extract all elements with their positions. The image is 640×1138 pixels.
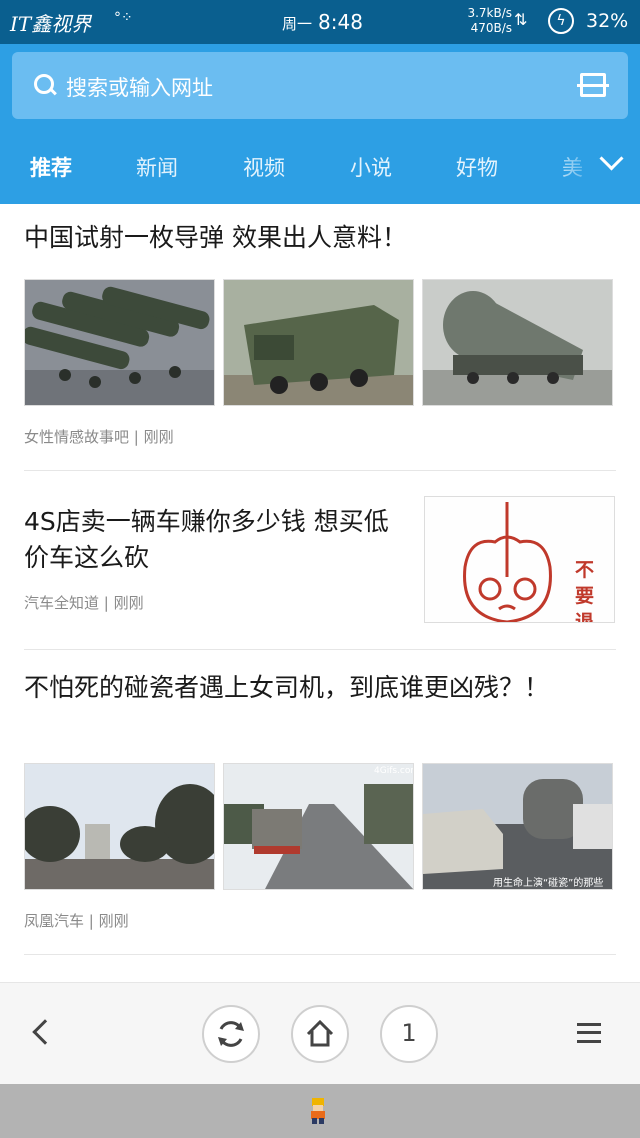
- refresh-icon: [218, 1021, 244, 1047]
- menu-icon[interactable]: [577, 1023, 601, 1043]
- divider: [24, 470, 616, 471]
- news-source: 女性情感故事吧: [24, 428, 130, 446]
- tab-goods[interactable]: 好物: [456, 152, 498, 182]
- status-bar: IT鑫视界 °⁘ 周一 8:48 3.7kB/s 470B/s ⇅ ϟ 32%: [0, 0, 640, 44]
- news-image-missile-trucks[interactable]: [24, 279, 215, 406]
- tab-recommend[interactable]: 推荐: [30, 152, 72, 182]
- image-watermark: 4Gifs.com: [374, 766, 413, 776]
- meta-separator: |: [84, 912, 99, 930]
- tabs-fade: [550, 142, 600, 190]
- news-title[interactable]: 不怕死的碰瓷者遇上女司机，到底谁更凶残？！: [24, 670, 564, 706]
- status-weekday: 周一: [282, 15, 313, 33]
- search-icon: [34, 74, 54, 94]
- news-source: 凤凰汽车: [24, 912, 85, 930]
- system-nav-bar: [0, 1084, 640, 1138]
- tab-news[interactable]: 新闻: [136, 152, 178, 182]
- battery-charging-icon: ϟ: [548, 8, 574, 34]
- news-item[interactable]: 不怕死的碰瓷者遇上女司机，到底谁更凶残？！: [24, 670, 564, 706]
- image-text: 不要退: [575, 559, 595, 623]
- news-image-street[interactable]: [24, 763, 215, 890]
- browser-header: 搜索或输入网址 推荐 新闻 视频 小说 好物 美: [0, 44, 640, 204]
- browser-toolbar: 1: [0, 982, 640, 1084]
- news-image-truck-road[interactable]: 4Gifs.com: [223, 763, 414, 890]
- news-title[interactable]: 4S店卖一辆车赚你多少钱 想买低价车这么砍: [24, 504, 394, 576]
- home-button[interactable]: [291, 1005, 349, 1063]
- tab-count: 1: [401, 1019, 417, 1047]
- tabs-button[interactable]: 1: [380, 1005, 438, 1063]
- news-meta: 凤凰汽车 | 刚刚: [24, 910, 616, 931]
- network-speed: 3.7kB/s 470B/s: [464, 6, 512, 36]
- status-time: 8:48: [318, 10, 363, 34]
- divider: [24, 649, 616, 650]
- refresh-button[interactable]: [202, 1005, 260, 1063]
- news-image-missile-transporter[interactable]: [422, 279, 613, 406]
- news-image-car-tanker[interactable]: 用生命上演“碰瓷”的那些: [422, 763, 613, 890]
- chevron-down-icon[interactable]: [596, 146, 628, 178]
- tab-novel[interactable]: 小说: [350, 152, 392, 182]
- news-meta: 女性情感故事吧 | 刚刚: [24, 426, 616, 447]
- news-feed[interactable]: 中国试射一枚导弹 效果出人意料！ 女性情感故事吧 | 刚刚 4S店卖一辆车赚你多…: [0, 204, 640, 982]
- news-time: 刚刚: [98, 912, 129, 930]
- notification-dots-icon: °⁘: [114, 10, 133, 26]
- image-caption: 用生命上演“碰瓷”的那些: [493, 878, 604, 889]
- news-image-cartoon[interactable]: 不要退: [424, 496, 615, 623]
- mascot-icon[interactable]: [307, 1098, 329, 1124]
- news-image-launcher-truck[interactable]: [223, 279, 414, 406]
- scan-icon[interactable]: [577, 73, 609, 97]
- divider: [24, 954, 616, 955]
- tab-video[interactable]: 视频: [243, 152, 285, 182]
- news-title[interactable]: 中国试射一枚导弹 效果出人意料！: [24, 220, 616, 256]
- data-transfer-icon: ⇅: [514, 10, 528, 29]
- search-placeholder[interactable]: 搜索或输入网址: [66, 72, 213, 102]
- category-tabs: 推荐 新闻 视频 小说 好物 美: [0, 142, 640, 190]
- search-bar[interactable]: 搜索或输入网址: [12, 52, 628, 119]
- meta-separator: |: [99, 594, 114, 612]
- news-time: 刚刚: [143, 428, 174, 446]
- net-down: 470B/s: [470, 21, 512, 35]
- battery-level: 32%: [586, 10, 629, 32]
- news-time: 刚刚: [113, 594, 144, 612]
- meta-separator: |: [129, 428, 144, 446]
- news-item[interactable]: 4S店卖一辆车赚你多少钱 想买低价车这么砍: [24, 504, 394, 576]
- news-source: 汽车全知道: [24, 594, 100, 612]
- news-item[interactable]: 中国试射一枚导弹 效果出人意料！: [24, 220, 616, 256]
- home-icon: [306, 1019, 334, 1047]
- status-brand: IT鑫视界: [10, 12, 92, 36]
- status-clock: 周一 8:48: [282, 10, 363, 34]
- net-up: 3.7kB/s: [467, 6, 512, 20]
- back-icon[interactable]: [32, 1019, 58, 1045]
